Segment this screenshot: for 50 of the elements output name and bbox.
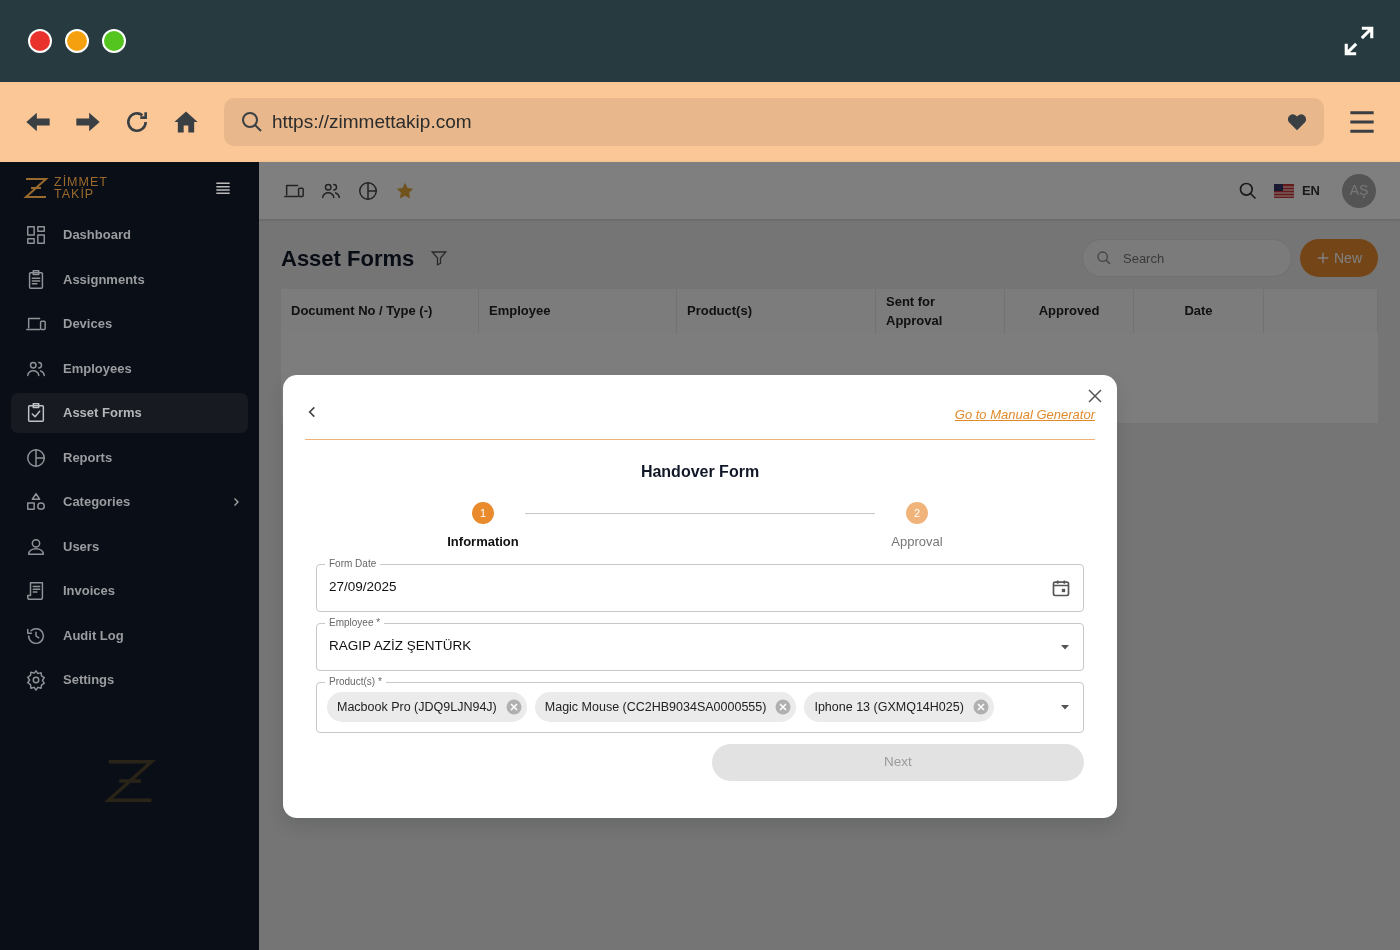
- sidebar-item[interactable]: Employees: [11, 348, 248, 389]
- sidebar-item[interactable]: Dashboard: [11, 215, 248, 255]
- grid-icon: [25, 224, 47, 246]
- logo-mark-icon: [22, 176, 50, 200]
- close-icon[interactable]: [1087, 388, 1103, 404]
- column-header[interactable]: Employee: [479, 289, 677, 333]
- column-header[interactable]: Document No / Type (-): [281, 289, 479, 333]
- gear-icon: [25, 669, 47, 691]
- column-header[interactable]: Sent for Approval: [876, 289, 1005, 333]
- language-selector[interactable]: EN: [1273, 180, 1320, 201]
- filter-icon[interactable]: [430, 249, 449, 267]
- modal-title: Handover Form: [639, 462, 761, 482]
- sidebar-item[interactable]: Invoices: [11, 571, 248, 611]
- sidebar-item[interactable]: Categories: [11, 482, 248, 522]
- column-header[interactable]: Date: [1134, 289, 1264, 333]
- menu-icon[interactable]: [215, 180, 231, 196]
- heart-icon[interactable]: [1286, 111, 1308, 133]
- search-icon: [1096, 250, 1112, 266]
- shapes-icon: [25, 491, 47, 513]
- step-label[interactable]: Approval: [891, 532, 943, 552]
- window-control-button[interactable]: [102, 29, 126, 53]
- sidebar-item[interactable]: Reports: [11, 437, 248, 478]
- logo-text: ZİMMET TAKİP: [54, 176, 108, 200]
- search-field[interactable]: Search: [1082, 239, 1292, 277]
- sidebar-item[interactable]: Settings: [11, 660, 248, 700]
- expand-icon[interactable]: [1342, 24, 1376, 58]
- window-control-button[interactable]: [65, 29, 89, 53]
- column-header[interactable]: Product(s): [677, 289, 876, 333]
- flag-icon: [1273, 183, 1294, 198]
- selected-chip[interactable]: Iphone 13 (GXMQ14H025): [804, 692, 994, 722]
- search-icon[interactable]: [1237, 180, 1258, 201]
- window-control-button[interactable]: [28, 29, 52, 53]
- plus-icon: [1316, 251, 1330, 265]
- sidebar-item[interactable]: Users: [11, 526, 248, 567]
- sidebar-item[interactable]: Assignments: [11, 259, 248, 300]
- sidebar-item[interactable]: Asset Forms: [11, 393, 248, 433]
- selected-chip[interactable]: Magic Mouse (CC2HB9034SA0000555): [534, 692, 797, 722]
- address-field[interactable]: https://zimmettakip.com: [224, 98, 1324, 146]
- sidebar-item[interactable]: Audit Log: [11, 615, 248, 656]
- step-label[interactable]: Information: [447, 532, 519, 552]
- selected-chip[interactable]: Macbook Pro (JDQ9LJN94J): [327, 692, 527, 722]
- pie-chart-icon[interactable]: [357, 179, 379, 202]
- column-header[interactable]: Approved: [1005, 289, 1134, 333]
- sidebar-item[interactable]: Devices: [11, 304, 248, 344]
- page-title: Asset Forms: [281, 244, 415, 273]
- search-icon: [240, 110, 264, 134]
- menu-icon[interactable]: [1348, 108, 1376, 136]
- pie-chart-icon: [25, 446, 47, 469]
- reload-icon[interactable]: [124, 109, 150, 135]
- checked-clipboard-icon: [25, 402, 47, 424]
